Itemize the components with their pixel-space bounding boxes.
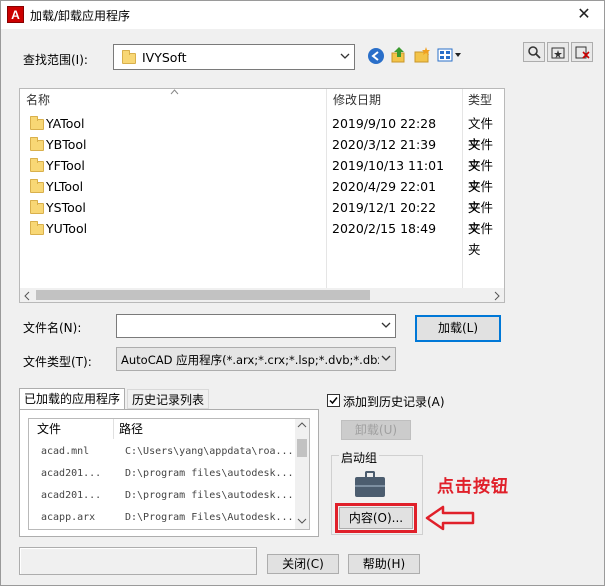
file-row-name: YLTool bbox=[46, 179, 84, 194]
startup-group-label: 启动组 bbox=[339, 449, 380, 466]
close-window-button[interactable]: ✕ bbox=[574, 4, 594, 23]
folder-icon bbox=[122, 50, 136, 64]
loaded-app-row[interactable]: acapp.arx D:\Program Files\Autodesk... bbox=[29, 507, 299, 529]
loaded-apps-panel: 文件 路径 acad.mnl C:\Users\yang\appdata\roa… bbox=[19, 409, 319, 537]
scroll-down-icon[interactable] bbox=[297, 517, 307, 527]
file-row[interactable]: YSTool 2019/12/1 20:22 文件夹 bbox=[20, 197, 504, 236]
chevron-down-icon bbox=[381, 353, 391, 363]
lookin-label: 查找范围(I): bbox=[23, 53, 88, 67]
file-row-name: YSTool bbox=[46, 200, 86, 215]
scroll-right-icon[interactable] bbox=[493, 290, 501, 304]
column-divider bbox=[113, 419, 114, 439]
column-header-date[interactable]: 修改日期 bbox=[333, 89, 381, 111]
window-title: 加载/卸载应用程序 bbox=[30, 9, 131, 23]
folder-icon bbox=[30, 158, 44, 172]
vertical-scrollbar[interactable] bbox=[295, 419, 309, 529]
loaded-app-file: acad.mnl bbox=[41, 446, 90, 457]
status-field bbox=[19, 547, 257, 575]
file-row-date: 2019/12/1 20:22 bbox=[332, 200, 437, 215]
new-folder-icon[interactable] bbox=[413, 46, 431, 64]
sort-up-icon bbox=[170, 88, 179, 98]
left-arrow-icon bbox=[425, 505, 475, 531]
view-menu-icon[interactable] bbox=[437, 46, 463, 64]
file-row[interactable]: YUTool 2020/2/15 18:49 文件夹 bbox=[20, 218, 504, 257]
folder-icon bbox=[30, 200, 44, 214]
scrollbar-thumb[interactable] bbox=[297, 439, 307, 457]
search-web-icon[interactable] bbox=[523, 42, 545, 62]
loaded-app-file: acad201... bbox=[41, 468, 102, 479]
scroll-up-icon[interactable] bbox=[297, 421, 307, 431]
autocad-app-icon: A bbox=[7, 6, 24, 23]
file-list: 名称 修改日期 类型 YATool 2019/9/10 22:28 文件夹 YB… bbox=[19, 88, 505, 303]
folder-icon bbox=[30, 137, 44, 151]
scroll-left-icon[interactable] bbox=[23, 290, 31, 304]
lookin-dropdown[interactable]: IVYSoft bbox=[113, 44, 355, 70]
title-bar: A 加载/卸载应用程序 ✕ bbox=[1, 1, 604, 29]
folder-icon bbox=[30, 221, 44, 235]
loaded-app-row[interactable]: acad201... D:\program files\autodesk... bbox=[29, 485, 299, 507]
filename-input[interactable] bbox=[116, 314, 396, 338]
help-button[interactable]: 帮助(H) bbox=[348, 554, 420, 574]
tab-history-list[interactable]: 历史记录列表 bbox=[127, 389, 210, 409]
file-row-date: 2020/4/29 22:01 bbox=[332, 179, 437, 194]
loaded-app-row[interactable]: acad201... D:\program files\autodesk... bbox=[29, 463, 299, 485]
file-row-name: YATool bbox=[46, 116, 85, 131]
file-row-name: YBTool bbox=[46, 137, 87, 152]
file-row[interactable]: YLTool 2020/4/29 22:01 文件夹 bbox=[20, 176, 504, 215]
close-button[interactable]: 关闭(C) bbox=[267, 554, 339, 574]
favorites-icon[interactable] bbox=[547, 42, 569, 62]
file-row[interactable]: YFTool 2019/10/13 11:01 文件夹 bbox=[20, 155, 504, 194]
horizontal-scrollbar[interactable] bbox=[20, 288, 504, 302]
filename-label: 文件名(N): bbox=[23, 321, 82, 335]
column-header-file[interactable]: 文件 bbox=[37, 419, 61, 439]
column-header-path[interactable]: 路径 bbox=[119, 419, 143, 439]
load-button[interactable]: 加载(L) bbox=[415, 315, 501, 342]
file-row-name: YFTool bbox=[46, 158, 85, 173]
file-row[interactable]: YBTool 2020/3/12 21:39 文件夹 bbox=[20, 134, 504, 173]
filetype-value: AutoCAD 应用程序(*.arx;*.crx;*.lsp;*.dvb;*.d… bbox=[121, 353, 379, 367]
loaded-app-path: C:\Users\yang\appdata\roa... bbox=[125, 446, 294, 457]
chevron-down-icon[interactable] bbox=[381, 320, 391, 330]
file-row-date: 2020/3/12 21:39 bbox=[332, 137, 437, 152]
back-icon[interactable] bbox=[367, 47, 385, 65]
annotation-text: 点击按钮 bbox=[437, 477, 509, 497]
loaded-app-row[interactable]: acad.mnl C:\Users\yang\appdata\roa... bbox=[29, 441, 299, 463]
folder-icon bbox=[30, 116, 44, 130]
loaded-app-file: acad201... bbox=[41, 490, 102, 501]
file-row-date: 2019/10/13 11:01 bbox=[332, 158, 445, 173]
filetype-label: 文件类型(T): bbox=[23, 355, 92, 369]
folder-icon bbox=[30, 179, 44, 193]
loaded-apps-list: 文件 路径 acad.mnl C:\Users\yang\appdata\roa… bbox=[28, 418, 310, 530]
loaded-app-path: D:\program files\autodesk... bbox=[125, 468, 294, 479]
file-row-date: 2020/2/15 18:49 bbox=[332, 221, 437, 236]
scrollbar-thumb[interactable] bbox=[36, 290, 370, 300]
load-unload-dialog: A 加载/卸载应用程序 ✕ 查找范围(I): IVYSoft 名称 修改日期 类… bbox=[0, 0, 605, 586]
up-folder-icon[interactable] bbox=[390, 46, 408, 64]
file-row[interactable]: YATool 2019/9/10 22:28 文件夹 bbox=[20, 113, 504, 152]
filetype-dropdown[interactable]: AutoCAD 应用程序(*.arx;*.crx;*.lsp;*.dvb;*.d… bbox=[116, 347, 396, 371]
column-header-type[interactable]: 类型 bbox=[468, 89, 492, 111]
column-header-name[interactable]: 名称 bbox=[26, 89, 50, 111]
loaded-app-path: D:\Program Files\Autodesk... bbox=[125, 512, 294, 523]
lookin-value: IVYSoft bbox=[142, 50, 187, 65]
history-checkbox-label[interactable]: 添加到历史记录(A) bbox=[343, 393, 445, 410]
file-row-name: YUTool bbox=[46, 221, 88, 236]
highlight-box bbox=[335, 503, 417, 533]
delete-icon[interactable] bbox=[571, 42, 593, 62]
chevron-down-icon bbox=[340, 51, 350, 61]
tab-loaded-apps[interactable]: 已加载的应用程序 bbox=[19, 388, 126, 410]
history-checkbox[interactable] bbox=[327, 394, 340, 407]
loaded-app-path: D:\program files\autodesk... bbox=[125, 490, 294, 501]
file-row-date: 2019/9/10 22:28 bbox=[332, 116, 437, 131]
file-row-type: 文件夹 bbox=[468, 221, 494, 257]
loaded-app-file: acapp.arx bbox=[41, 512, 96, 523]
briefcase-icon bbox=[355, 471, 385, 497]
unload-button[interactable]: 卸载(U) bbox=[341, 420, 411, 440]
